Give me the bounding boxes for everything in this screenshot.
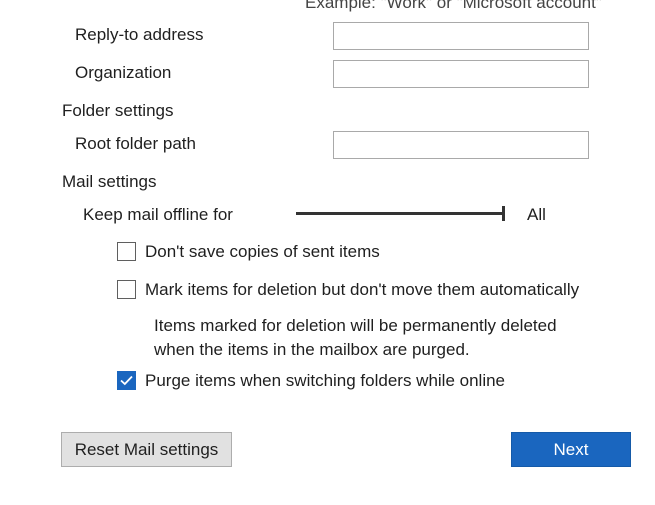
purge-items-label[interactable]: Purge items when switching folders while… [145,370,505,392]
mark-for-deletion-label[interactable]: Mark items for deletion but don't move t… [145,279,579,301]
keep-mail-offline-slider[interactable] [296,204,508,224]
deletion-note-line-1: Items marked for deletion will be perman… [154,316,557,335]
root-folder-path-input[interactable] [333,131,589,159]
offline-value-label: All [527,205,546,224]
mail-settings-heading: Mail settings [62,172,157,191]
check-icon [120,375,133,386]
imap-account-settings-page: Example: "Work" or "Microsoft account" R… [0,0,655,505]
folder-settings-heading: Folder settings [62,101,174,120]
dont-save-sent-copies-checkbox[interactable] [117,242,136,261]
dont-save-sent-copies-label[interactable]: Don't save copies of sent items [145,241,380,263]
reset-mail-settings-button[interactable]: Reset Mail settings [61,432,232,467]
slider-track [296,212,505,215]
root-folder-path-label: Root folder path [75,134,196,153]
example-hint: Example: "Work" or "Microsoft account" [305,0,602,12]
organization-input[interactable] [333,60,589,88]
keep-mail-offline-label: Keep mail offline for [83,205,233,224]
organization-label: Organization [75,63,172,82]
reply-to-address-input[interactable] [333,22,589,50]
mark-for-deletion-checkbox[interactable] [117,280,136,299]
next-button[interactable]: Next [511,432,631,467]
reply-to-label: Reply-to address [75,25,204,44]
deletion-note-line-2: when the items in the mailbox are purged… [154,340,470,359]
purge-items-checkbox[interactable] [117,371,136,390]
slider-thumb[interactable] [502,206,505,221]
